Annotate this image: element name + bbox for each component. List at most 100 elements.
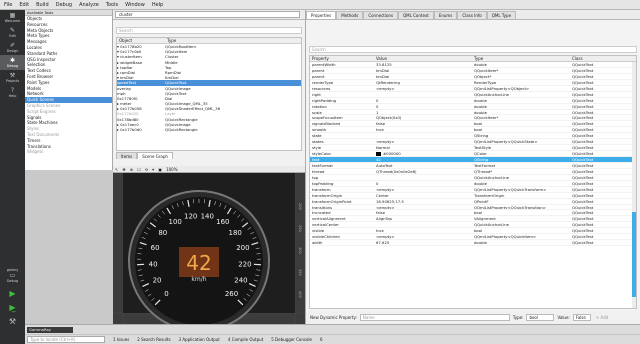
output-pane-tab[interactable]: 1 Issues <box>113 337 129 342</box>
tree-row[interactable]: ▸ 0x177b0d0 QQuickRectangle <box>117 127 301 132</box>
property-row[interactable]: width 67.625 double QQuickText <box>310 240 636 247</box>
menu-item-build[interactable]: Build <box>36 2 49 8</box>
tool-item-widgets[interactable]: Widgets <box>25 149 112 155</box>
tree-header-object[interactable]: Object <box>117 38 165 43</box>
prop-header-type[interactable]: Type <box>474 56 572 61</box>
prop-value[interactable]: 67.625 <box>376 240 474 245</box>
menu-item-file[interactable]: File <box>4 2 12 8</box>
menu-item-tools[interactable]: Tools <box>106 2 118 8</box>
tab-connections[interactable]: Connections <box>363 11 399 19</box>
prop-header-property[interactable]: Property <box>310 56 376 61</box>
mode-sidebar: ▦ Welcome ✎ Edit ✐ Design ✱ Debug ⚒ Projects? Help… <box>0 10 25 344</box>
scene-viewer[interactable]: ↖ ✥ ⊕ ☐ ⟲ ⌖ ▣ 100% 200 250 300 350 400 0 20 40 60 80 100… <box>113 166 305 332</box>
prop-value[interactable] <box>376 222 474 227</box>
prop-type: double <box>474 109 487 115</box>
mode-projects[interactable]: ⚒ Projects <box>0 70 25 85</box>
prop-value[interactable] <box>376 133 474 138</box>
output-pane-tab[interactable]: 5 Debugger Console <box>271 337 312 342</box>
prop-value[interactable]: 1 <box>376 110 474 115</box>
menu-item-analyze[interactable]: Analyze <box>79 2 99 8</box>
pan-tool-icon[interactable]: ✥ <box>122 167 125 172</box>
scene-combo[interactable]: cluster <box>115 11 300 18</box>
run-controls: gallery ▭ Debug ▶ ▶̲ ⚒ <box>0 268 25 328</box>
prop-value[interactable]: false <box>376 121 474 126</box>
prop-value[interactable]: kmDial <box>376 68 474 73</box>
prop-value[interactable]: AutoText <box>376 163 474 168</box>
prop-type: double <box>474 180 487 186</box>
prop-value[interactable]: QThread(0x0x0e2e8) <box>376 169 474 174</box>
prop-value[interactable]: 0 <box>376 104 474 109</box>
zoom-tool-icon[interactable]: ⊕ <box>130 167 133 172</box>
prop-value[interactable]: #000000 <box>376 151 474 156</box>
tab-enums[interactable]: Enums <box>433 11 458 19</box>
prop-value[interactable]: QtRendering <box>376 80 474 85</box>
prop-value[interactable]: 33.8125 <box>376 62 474 67</box>
prop-value[interactable] <box>376 175 474 180</box>
prop-value[interactable]: <empty> <box>376 205 474 210</box>
property-scrollbar[interactable] <box>632 62 636 308</box>
prop-value[interactable]: true <box>376 127 474 132</box>
locator-input[interactable]: Type to locate (Ctrl+K) <box>27 335 105 343</box>
overlay-icon[interactable]: ▣ <box>158 167 162 172</box>
dynamic-add-button[interactable]: + Add <box>596 315 608 320</box>
prop-value-text: 33.8125 <box>376 62 392 67</box>
debug-run-button[interactable]: ▶̲ <box>0 300 25 314</box>
prop-value[interactable]: Normal <box>376 145 474 150</box>
tab-qml-context[interactable]: QML Context <box>398 11 434 19</box>
prop-type: bool <box>474 210 483 216</box>
output-pane-tab[interactable]: 3 Application Output <box>179 337 220 342</box>
dynamic-type-select[interactable]: bool <box>526 314 555 321</box>
prop-value[interactable]: <empty> <box>376 139 474 144</box>
run-button[interactable]: ▶ <box>0 286 25 300</box>
property-search-input[interactable]: Search <box>309 46 637 53</box>
prop-value[interactable]: 0 <box>376 181 474 186</box>
tab-items[interactable]: Items <box>116 152 138 159</box>
prop-value[interactable]: kmDial <box>376 74 474 79</box>
menu-item-help[interactable]: Help <box>152 2 163 8</box>
mode-design[interactable]: ✐ Design <box>0 40 25 55</box>
tab-qml-type[interactable]: QML Type <box>486 11 517 19</box>
dynamic-name-input[interactable]: Name <box>359 314 510 321</box>
menu-item-debug[interactable]: Debug <box>56 2 72 8</box>
output-pane-tab[interactable]: 6 <box>320 337 323 342</box>
build-button[interactable]: ⚒ <box>0 314 25 328</box>
property-scrollbar-thumb[interactable] <box>632 212 636 297</box>
reset-icon[interactable]: ⟲ <box>145 167 148 172</box>
prop-value[interactable]: 0 <box>376 98 474 103</box>
prop-value[interactable]: <empty> <box>376 86 474 91</box>
prop-value[interactable]: 18.90625,17.5 <box>376 199 474 204</box>
prop-value[interactable]: false <box>376 210 474 215</box>
crosshair-icon[interactable]: ⌖ <box>152 167 154 172</box>
output-pane-tab[interactable]: 2 Search Results <box>137 337 170 342</box>
prop-header-value[interactable]: Value <box>376 56 474 61</box>
tree-search-input[interactable]: Search <box>116 27 302 34</box>
tab-class-info[interactable]: Class Info <box>457 11 487 19</box>
menu-item-window[interactable]: Window <box>125 2 145 8</box>
prop-header-class[interactable]: Class <box>572 56 632 61</box>
tab-properties[interactable]: Properties <box>306 11 337 19</box>
prop-value[interactable]: Center <box>376 193 474 198</box>
prop-value[interactable]: true <box>376 228 474 233</box>
mode-debug[interactable]: ✱ Debug <box>0 55 25 70</box>
zoom-level[interactable]: 100% <box>166 167 177 172</box>
kit-selector[interactable]: gallery ▭ Debug <box>7 268 19 283</box>
frame-icon[interactable]: ☐ <box>137 167 141 172</box>
tree-header-type[interactable]: Type <box>165 38 255 43</box>
prop-value[interactable]: AlignTop <box>376 216 474 221</box>
prop-value[interactable]: 42 <box>376 157 474 162</box>
mode-welcome[interactable]: ▦ Welcome <box>0 10 25 25</box>
select-tool-icon[interactable]: ↖ <box>115 167 118 172</box>
output-pane-tab[interactable]: 4 Compile Output <box>228 337 263 342</box>
prop-type: VAlignment <box>474 216 496 222</box>
tab-methods[interactable]: Methods <box>336 11 364 19</box>
properties-panel: Properties Methods Connections QML Context E… <box>305 10 640 324</box>
mode-help[interactable]: ? Help <box>0 85 25 100</box>
mode-edit[interactable]: ✎ Edit <box>0 25 25 40</box>
prop-value[interactable]: QObject(0x0) <box>376 115 474 120</box>
dynamic-value-select[interactable]: False <box>572 314 591 321</box>
menu-item-edit[interactable]: Edit <box>19 2 29 8</box>
tab-scene-graph[interactable]: Scene Graph <box>137 152 173 159</box>
prop-value[interactable]: <empty> <box>376 187 474 192</box>
prop-value[interactable]: <empty> <box>376 234 474 239</box>
prop-value[interactable] <box>376 92 474 97</box>
